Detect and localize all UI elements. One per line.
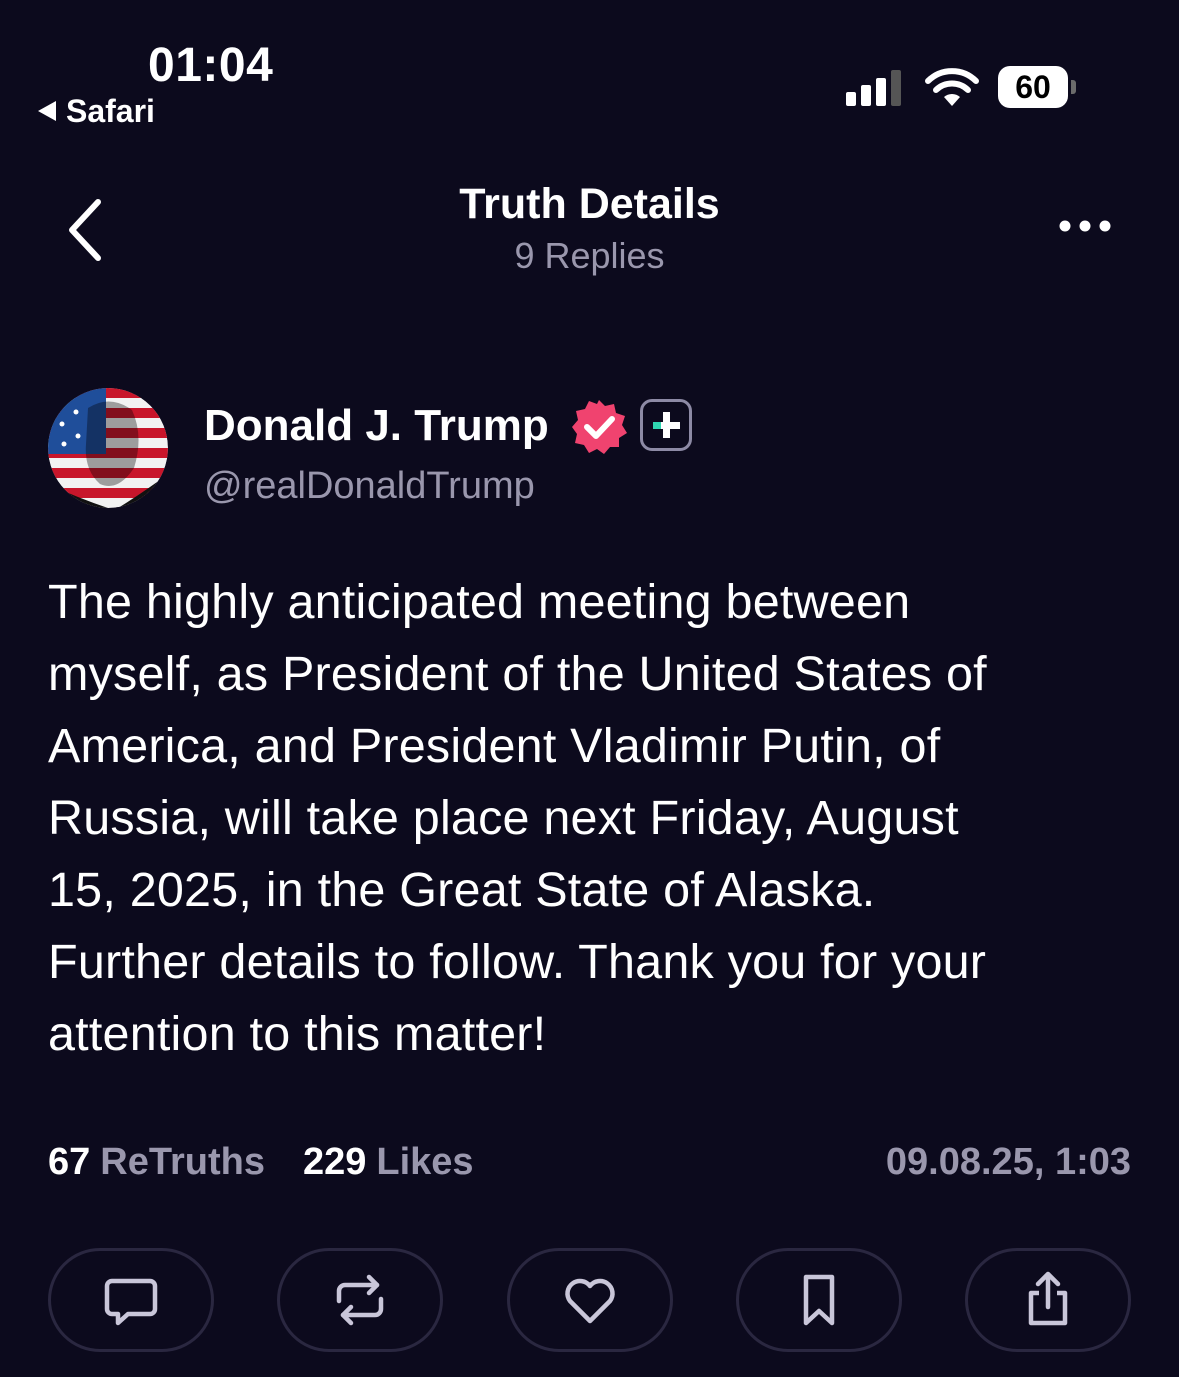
page-title: Truth Details (459, 180, 720, 228)
battery-indicator: 60 (998, 66, 1076, 108)
truth-plus-badge (640, 399, 692, 451)
back-app-label: Safari (66, 93, 155, 129)
action-bar (48, 1248, 1131, 1352)
post-timestamp: 09.08.25, 1:03 (885, 1141, 1131, 1183)
post-text: The highly anticipated meeting between m… (48, 575, 987, 1061)
likes-label: Likes (376, 1141, 474, 1183)
status-time: 01:04 (148, 39, 274, 92)
bookmark-button[interactable] (735, 1248, 902, 1352)
cellular-signal-icon (846, 70, 901, 106)
likes-count: 229 (302, 1141, 367, 1183)
retruths-stat[interactable]: 67 ReTruths (48, 1136, 265, 1188)
reply-button[interactable] (48, 1248, 214, 1352)
battery-nub (1071, 80, 1076, 94)
replies-count: 9 Replies (514, 235, 665, 276)
heart-icon (564, 1278, 615, 1324)
truth-plus-icon (653, 412, 680, 438)
retruths-label: ReTruths (100, 1141, 265, 1183)
author-handle[interactable]: @realDonaldTrump (204, 462, 535, 510)
verified-badge-icon (572, 400, 627, 454)
back-to-app-link[interactable]: Safari (38, 92, 155, 130)
reply-icon (104, 1278, 158, 1326)
wifi-icon (925, 68, 979, 106)
like-button[interactable] (506, 1248, 673, 1352)
retruths-count: 67 (48, 1141, 91, 1183)
author-name[interactable]: Donald J. Trump (204, 398, 549, 454)
likes-stat[interactable]: 229 Likes (303, 1136, 474, 1188)
retruth-button[interactable] (277, 1248, 444, 1352)
ellipsis-icon[interactable] (1052, 206, 1118, 246)
share-button[interactable] (965, 1248, 1131, 1352)
bookmark-icon (803, 1274, 834, 1326)
post-stats: 67 ReTruths 229 Likes (48, 1136, 474, 1188)
share-icon (1028, 1271, 1068, 1326)
avatar[interactable] (48, 388, 168, 508)
battery-level: 60 (998, 66, 1068, 108)
retruth-icon (337, 1274, 384, 1326)
back-triangle-icon (38, 101, 56, 121)
